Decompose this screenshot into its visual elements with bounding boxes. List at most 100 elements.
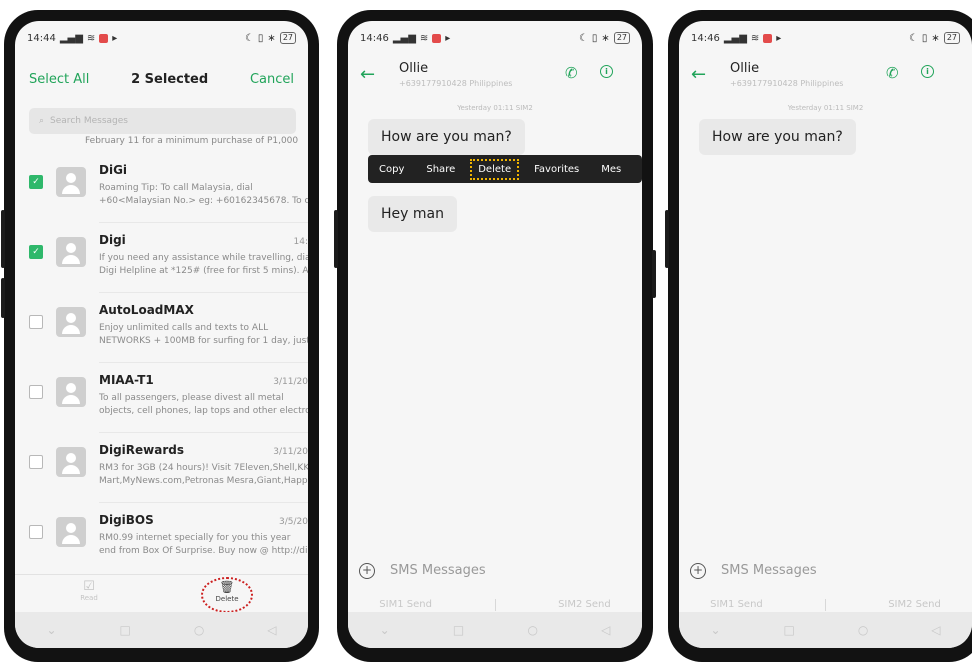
sender-name: MIAA-T1 <box>99 373 154 387</box>
checkbox[interactable] <box>29 385 43 399</box>
status-bar: 14:46 ▂▄▆ ≋ ▸ ☾ ▯ ∗ 27 <box>679 21 972 55</box>
conversation-item[interactable]: AutoLoadMAX Enjoy unlimited calls and te… <box>15 293 308 363</box>
add-icon[interactable]: + <box>359 563 375 579</box>
moon-icon: ☾ <box>578 32 588 44</box>
menu-favorites[interactable]: Favorites <box>523 164 590 175</box>
home-icon[interactable]: ○ <box>194 623 204 637</box>
delete-label: Delete <box>215 595 239 603</box>
search-input[interactable]: ⌕ Search Messages <box>29 108 296 134</box>
menu-delete[interactable]: Delete <box>470 158 520 180</box>
message-bubble[interactable]: How are you man? <box>699 119 856 155</box>
battery-icon: 27 <box>613 32 630 44</box>
back-arrow-icon[interactable]: ← <box>360 64 375 85</box>
wifi-icon: ≋ <box>419 32 429 44</box>
back-icon[interactable]: ◁ <box>601 623 610 637</box>
conversation-item[interactable]: DigiBOS 3/5/20 RM0.99 internet specially… <box>15 503 308 573</box>
side-button <box>652 250 656 298</box>
chevron-down-icon[interactable]: ⌄ <box>46 623 56 637</box>
divider <box>824 599 826 611</box>
sim1-send-button[interactable]: SIM1 Send <box>379 599 432 611</box>
faded-snippet: February 11 for a minimum purchase of P1… <box>85 136 299 146</box>
phone-icon[interactable]: ✆ <box>565 64 578 82</box>
message-bubble[interactable]: Hey man <box>368 196 457 232</box>
trash-icon: 🗑 <box>219 580 235 594</box>
checkbox[interactable] <box>29 455 43 469</box>
chevron-down-icon[interactable]: ⌄ <box>380 623 390 637</box>
conversation-item[interactable]: ✓ Digi 14: If you need any assistance wh… <box>15 223 308 293</box>
signal-icon: ▂▄▆ <box>59 32 83 44</box>
add-icon[interactable]: + <box>690 563 706 579</box>
chat-header: ← Ollie +639177910428 Philippines ✆ i <box>679 59 972 101</box>
moon-icon: ☾ <box>244 32 254 44</box>
signal-icon: ▂▄▆ <box>392 32 416 44</box>
cancel-button[interactable]: Cancel <box>250 72 294 87</box>
bluetooth-icon: ∗ <box>601 32 610 44</box>
avatar <box>56 447 86 477</box>
back-icon[interactable]: ◁ <box>267 623 276 637</box>
clock: 14:44 <box>27 32 56 44</box>
menu-copy[interactable]: Copy <box>368 164 415 175</box>
sim2-send-button[interactable]: SIM2 Send <box>888 599 941 611</box>
side-button <box>1 210 5 268</box>
screen: 14:46 ▂▄▆ ≋ ▸ ☾ ▯ ∗ 27 ← Ollie +63917791… <box>679 21 972 648</box>
message-date: 3/11/20 <box>273 447 308 457</box>
checkbox[interactable]: ✓ <box>29 245 43 259</box>
menu-more[interactable]: Mes <box>590 164 632 175</box>
select-all-button[interactable]: Select All <box>29 72 89 87</box>
recents-icon[interactable]: □ <box>120 623 131 637</box>
home-icon[interactable]: ○ <box>858 623 868 637</box>
moon-icon: ☾ <box>908 32 918 44</box>
sim-send-row: SIM1 Send SIM2 Send <box>348 599 642 611</box>
chevron-down-icon[interactable]: ⌄ <box>710 623 720 637</box>
message-snippet: To all passengers, please divest all met… <box>99 393 308 416</box>
message-snippet: RM0.99 internet specially for you this y… <box>99 533 308 556</box>
sim1-send-button[interactable]: SIM1 Send <box>710 599 763 611</box>
sim-send-row: SIM1 Send SIM2 Send <box>679 599 972 611</box>
context-menu: Copy Share Delete Favorites Mes <box>368 155 642 183</box>
back-arrow-icon[interactable]: ← <box>691 64 706 85</box>
nav-bar: ⌄ □ ○ ◁ <box>679 612 972 648</box>
phone-3: 14:46 ▂▄▆ ≋ ▸ ☾ ▯ ∗ 27 ← Ollie +63917791… <box>665 10 972 662</box>
wifi-icon: ≋ <box>750 32 760 44</box>
message-timestamp: Yesterday 01:11 SIM2 <box>457 104 533 112</box>
conversation-item[interactable]: ✓ DiGi Roaming Tip: To call Malaysia, di… <box>15 153 308 223</box>
delete-button[interactable]: 🗑 Delete <box>201 577 253 613</box>
sender-name: AutoLoadMAX <box>99 303 194 317</box>
message-snippet: If you need any assistance while travell… <box>99 253 308 276</box>
search-placeholder: Search Messages <box>50 116 128 126</box>
play-icon: ▸ <box>776 32 782 44</box>
info-icon[interactable]: i <box>921 65 934 78</box>
read-icon: ☑ <box>83 579 95 594</box>
play-icon: ▸ <box>112 32 118 44</box>
sim2-send-button[interactable]: SIM2 Send <box>558 599 611 611</box>
info-icon[interactable]: i <box>600 65 613 78</box>
recents-icon[interactable]: □ <box>453 623 464 637</box>
conversation-item[interactable]: MIAA-T1 3/11/20 To all passengers, pleas… <box>15 363 308 433</box>
contact-name: Ollie <box>399 61 429 76</box>
sender-name: DigiBOS <box>99 513 154 527</box>
message-timestamp: Yesterday 01:11 SIM2 <box>787 104 864 112</box>
recents-icon[interactable]: □ <box>784 623 795 637</box>
phone-icon[interactable]: ✆ <box>886 64 899 82</box>
avatar <box>56 237 86 267</box>
avatar <box>56 307 86 337</box>
menu-share[interactable]: Share <box>415 164 466 175</box>
screen: 14:46 ▂▄▆ ≋ ▸ ☾ ▯ ∗ 27 ← Ollie +63917791… <box>348 21 642 648</box>
contact-name: Ollie <box>730 61 760 76</box>
back-icon[interactable]: ◁ <box>931 623 940 637</box>
search-icon: ⌕ <box>39 116 45 126</box>
message-snippet: Enjoy unlimited calls and texts to ALL N… <box>99 323 308 346</box>
conversation-item[interactable]: DigiRewards 3/11/20 RM3 for 3GB (24 hour… <box>15 433 308 503</box>
sms-input[interactable]: SMS Messages <box>721 563 817 578</box>
read-button[interactable]: ☑ Read <box>67 579 111 602</box>
sms-input[interactable]: SMS Messages <box>390 563 486 578</box>
checkbox[interactable]: ✓ <box>29 175 43 189</box>
home-icon[interactable]: ○ <box>527 623 537 637</box>
notification-icon <box>432 33 442 43</box>
message-date: 3/11/20 <box>273 377 308 387</box>
checkbox[interactable] <box>29 315 43 329</box>
vibrate-icon: ▯ <box>921 32 928 44</box>
message-bubble[interactable]: How are you man? <box>368 119 525 155</box>
vibrate-icon: ▯ <box>257 32 264 44</box>
checkbox[interactable] <box>29 525 43 539</box>
